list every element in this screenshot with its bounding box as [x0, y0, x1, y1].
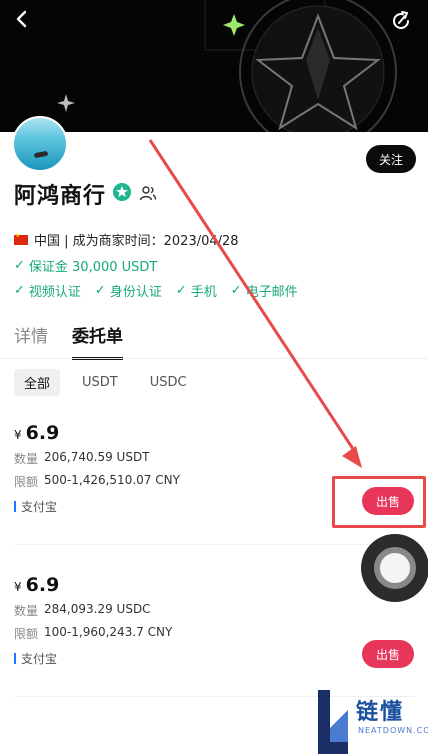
check-icon: ✓: [14, 258, 25, 273]
offer-limit: 限额 100-1,960,243.7 CNY: [14, 625, 173, 641]
offer-quantity: 数量 284,093.29 USDC: [14, 602, 151, 618]
back-button[interactable]: [14, 10, 42, 38]
tab-details[interactable]: 详情: [14, 322, 48, 360]
deposit-info: ✓ 保证金 30,000 USDT: [14, 256, 157, 275]
deposit-text: 保证金 30,000 USDT: [28, 260, 158, 275]
sell-button[interactable]: 出售: [362, 640, 414, 668]
verification-item: ✓ 身份认证: [94, 283, 162, 300]
watermark-title: 链懂: [356, 700, 405, 725]
check-icon: ✓: [230, 283, 242, 298]
filter-usdt[interactable]: USDT: [72, 371, 128, 394]
alipay-mark-icon: [14, 501, 16, 512]
merchant-name: 阿鸿商行: [14, 184, 107, 209]
share-icon: [393, 11, 409, 29]
merchant-meta-text: 中国 | 成为商家时间：2023/04/28: [34, 234, 239, 249]
filter-all[interactable]: 全部: [14, 369, 61, 396]
alipay-mark-icon: [14, 653, 16, 664]
check-icon: ✓: [175, 283, 187, 298]
watermark-l-icon: [318, 690, 348, 754]
divider: [14, 544, 414, 545]
verified-badge-icon: [113, 183, 131, 201]
filter-usdc[interactable]: USDC: [140, 371, 197, 394]
divider: [0, 358, 428, 359]
offer-price: ¥ 6.9: [14, 574, 60, 596]
verification-list: ✓ 视频认证 ✓ 身份认证 ✓ 手机 ✓ 电子邮件: [14, 281, 312, 300]
china-flag-icon: [14, 232, 28, 245]
avatar: [12, 116, 68, 172]
sparkle-icon: [57, 94, 75, 112]
header-banner: [0, 0, 428, 132]
verification-item: ✓ 电子邮件: [230, 283, 298, 300]
tab-bar: 详情 委托单: [14, 322, 147, 360]
share-button[interactable]: [390, 10, 418, 38]
payment-method: 支付宝: [14, 650, 414, 667]
watermark-subtitle: NEATDOWN.COM: [358, 726, 428, 735]
verification-item: ✓ 视频认证: [14, 283, 81, 300]
asset-filter: 全部 USDT USDC: [14, 369, 209, 396]
offer-quantity: 数量 206,740.59 USDT: [14, 450, 150, 466]
offer-card: ¥ 6.9 数量 284,093.29 USDC 限额 100-1,960,24…: [14, 574, 414, 667]
annotation-highlight-box: [332, 476, 426, 528]
tab-orders[interactable]: 委托单: [72, 322, 123, 360]
floating-assistive-button[interactable]: [361, 534, 428, 602]
banner-artwork: [57, 0, 397, 132]
offer-price: ¥ 6.9: [14, 422, 60, 444]
check-icon: ✓: [14, 283, 25, 298]
check-icon: ✓: [94, 283, 106, 298]
merchant-meta: 中国 | 成为商家时间：2023/04/28: [14, 230, 239, 249]
verification-item: ✓ 手机: [175, 283, 217, 300]
watermark-logo: 链懂 NEATDOWN.COM: [314, 688, 428, 756]
follow-button[interactable]: 关注: [366, 145, 416, 173]
people-icon[interactable]: [139, 184, 157, 202]
sparkle-icon: [223, 14, 245, 36]
back-icon: [16, 10, 27, 28]
